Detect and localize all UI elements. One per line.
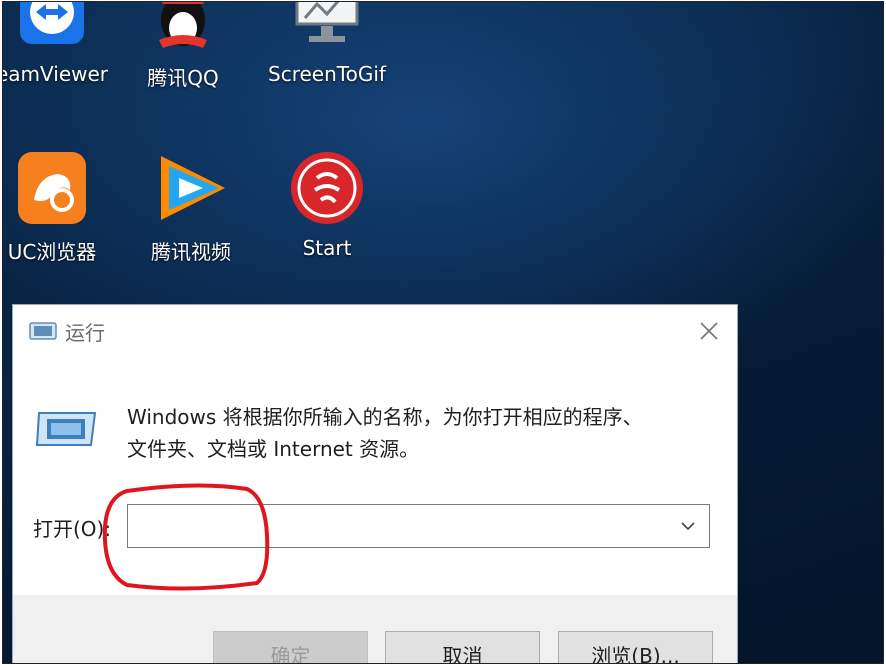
dialog-titlebar[interactable]: 运行 — [13, 305, 737, 357]
chevron-down-icon — [681, 522, 695, 531]
tencent-video-icon — [151, 148, 231, 228]
dialog-description: Windows 将根据你所输入的名称，为你打开相应的程序、 文件夹、文档或 In… — [127, 401, 707, 465]
run-app-icon — [29, 321, 57, 341]
dialog-title: 运行 — [65, 321, 105, 345]
run-app-icon — [35, 407, 99, 449]
desktop-icon-screentogif[interactable]: ScreenToGif — [262, 2, 392, 86]
qq-penguin-icon — [143, 2, 223, 54]
description-line-2: 文件夹、文档或 Internet 资源。 — [127, 437, 420, 461]
dropdown-button[interactable] — [671, 509, 705, 543]
desktop: eamViewer 腾讯QQ ScreenToGif UC浏览器 腾讯视频 St… — [2, 1, 884, 664]
desktop-icon-label: eamViewer — [2, 62, 109, 86]
desktop-icon-label: Start — [302, 236, 352, 260]
close-button[interactable] — [691, 313, 727, 349]
desktop-icon-qq[interactable]: 腾讯QQ — [118, 2, 248, 91]
cancel-button[interactable]: 取消 — [385, 631, 540, 663]
teamviewer-icon — [12, 2, 92, 54]
description-line-1: Windows 将根据你所输入的名称，为你打开相应的程序、 — [127, 405, 643, 429]
screentogif-icon — [287, 2, 367, 54]
desktop-icon-tencent-video[interactable]: 腾讯视频 — [126, 148, 256, 265]
red-highlight-annotation — [102, 483, 270, 591]
desktop-icon-uc-browser[interactable]: UC浏览器 — [3, 148, 117, 265]
desktop-edge-artifact — [3, 422, 12, 562]
desktop-icon-label: 腾讯QQ — [147, 66, 219, 90]
desktop-icon-label: 腾讯视频 — [151, 240, 231, 264]
uc-browser-icon — [12, 148, 92, 228]
start-app-icon — [287, 148, 367, 228]
run-dialog: 运行 Windows 将根据你所输入的名称，为你打开相应的程序、 文件夹、文档或… — [12, 304, 738, 663]
close-icon — [700, 322, 718, 340]
desktop-icon-label: UC浏览器 — [7, 240, 97, 264]
desktop-icon-start[interactable]: Start — [262, 148, 392, 260]
browse-button[interactable]: 浏览(B)... — [558, 631, 713, 663]
desktop-icon-teamviewer[interactable]: eamViewer — [2, 2, 117, 86]
dialog-footer: 确定 取消 浏览(B)... — [13, 595, 737, 663]
ok-button[interactable]: 确定 — [213, 631, 368, 663]
desktop-icon-label: ScreenToGif — [268, 62, 386, 86]
